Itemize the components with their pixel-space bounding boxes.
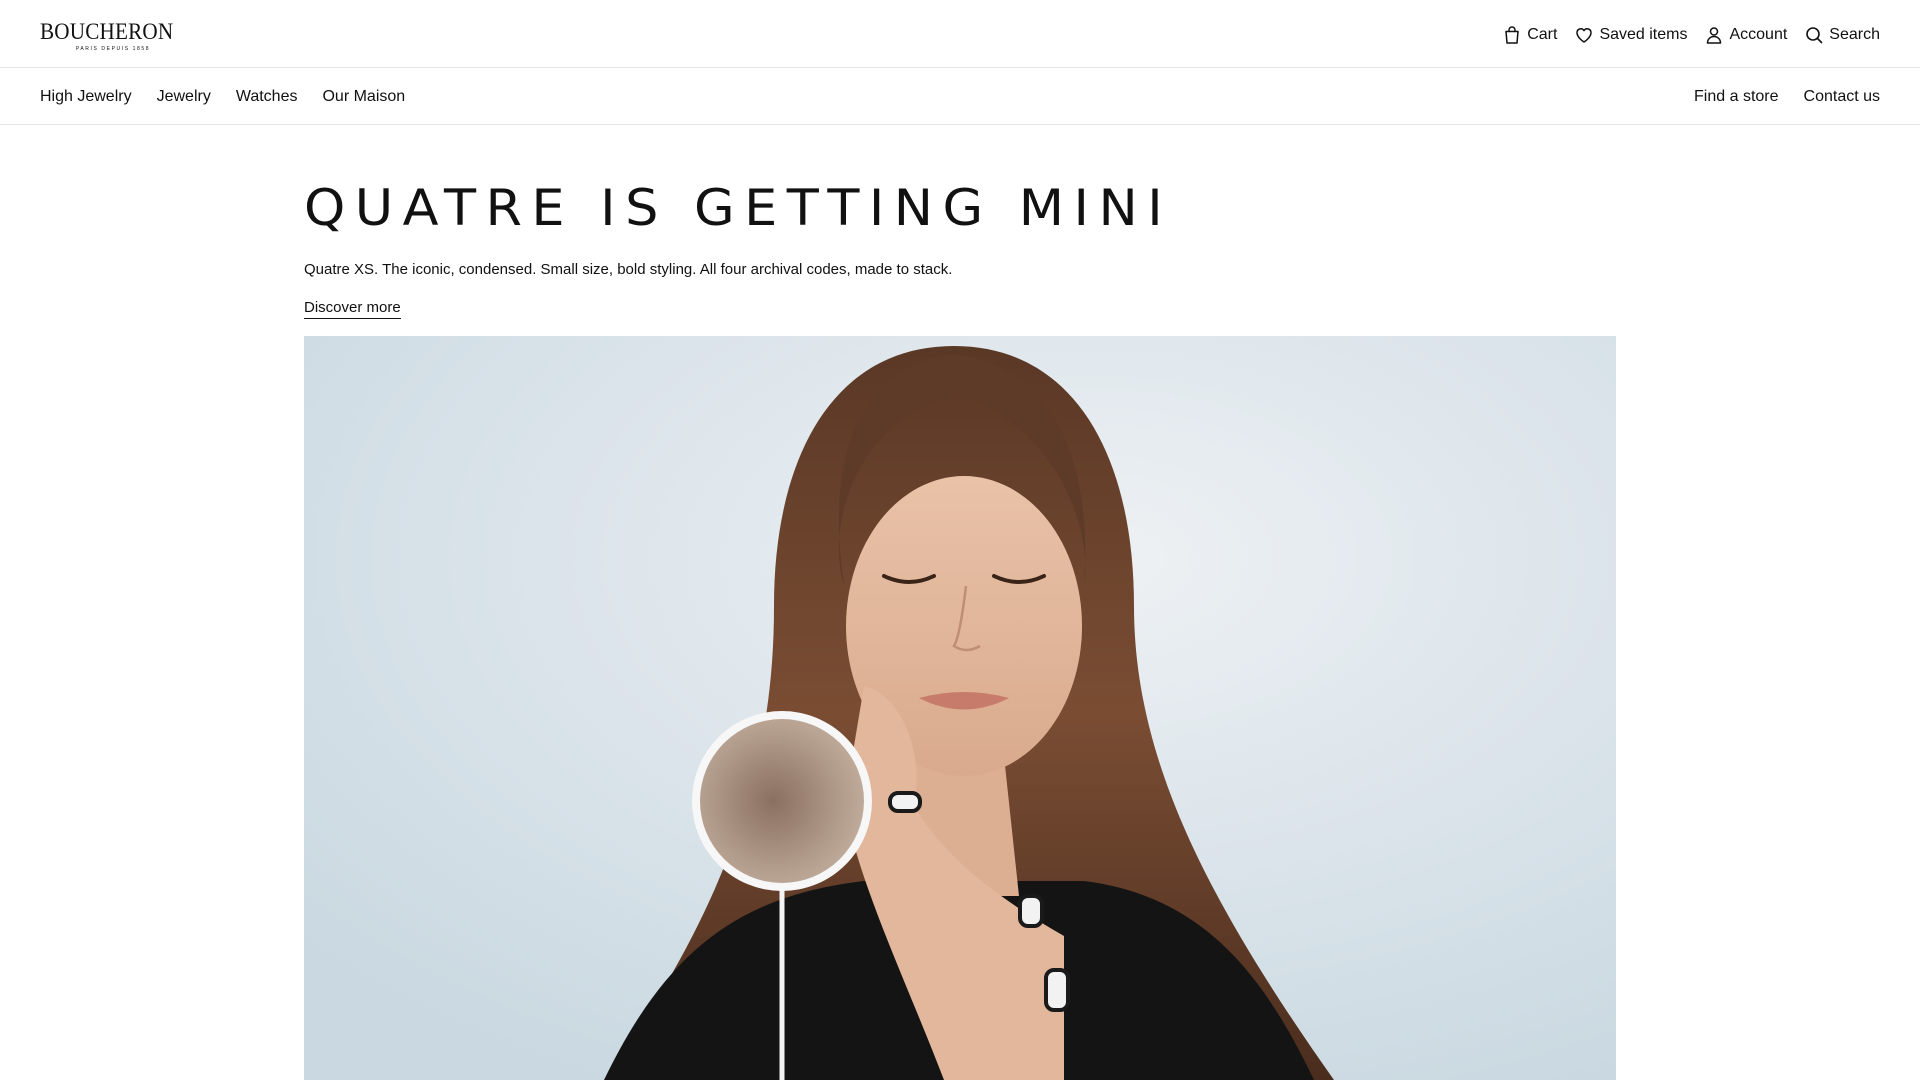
search-label: Search — [1829, 26, 1880, 43]
discover-more-link[interactable]: Discover more — [304, 299, 401, 319]
utility-nav: Cart Saved items Account Search — [1502, 22, 1880, 48]
nav-item-high-jewelry[interactable]: High Jewelry — [40, 88, 132, 106]
main-nav-right: Find a store Contact us — [1694, 68, 1880, 125]
hero-image[interactable] — [304, 336, 1616, 1080]
logo-tagline: PARIS DEPUIS 1858 — [75, 46, 151, 52]
cart-label: Cart — [1527, 26, 1558, 43]
account-link[interactable]: Account — [1704, 25, 1787, 45]
bag-icon — [1502, 25, 1522, 45]
logo-wordmark: BOUCHERON — [40, 19, 174, 44]
nav-item-contact-us[interactable]: Contact us — [1804, 88, 1880, 106]
boucheron-logo[interactable]: BOUCHERON PARIS DEPUIS 1858 — [40, 20, 190, 54]
nav-item-our-maison[interactable]: Our Maison — [322, 88, 405, 106]
hero-illustration — [304, 336, 1616, 1080]
top-header: BOUCHERON PARIS DEPUIS 1858 Cart Saved i… — [0, 0, 1920, 68]
nav-item-jewelry[interactable]: Jewelry — [157, 88, 211, 106]
search-icon — [1804, 25, 1824, 45]
cart-link[interactable]: Cart — [1502, 25, 1557, 45]
search-link[interactable]: Search — [1804, 25, 1880, 45]
hero-subtitle: Quatre XS. The iconic, condensed. Small … — [304, 261, 953, 278]
nav-item-find-store[interactable]: Find a store — [1694, 88, 1778, 106]
hero-title: QUATRE IS GETTING MINI — [304, 179, 1173, 237]
saved-items-label: Saved items — [1599, 26, 1688, 43]
nav-item-watches[interactable]: Watches — [236, 88, 298, 106]
saved-items-link[interactable]: Saved items — [1574, 25, 1687, 45]
user-icon — [1704, 25, 1724, 45]
account-label: Account — [1729, 26, 1788, 43]
main-nav-left: High Jewelry Jewelry Watches Our Maison — [40, 68, 405, 125]
main-nav: High Jewelry Jewelry Watches Our Maison … — [0, 68, 1920, 125]
heart-icon — [1574, 25, 1594, 45]
